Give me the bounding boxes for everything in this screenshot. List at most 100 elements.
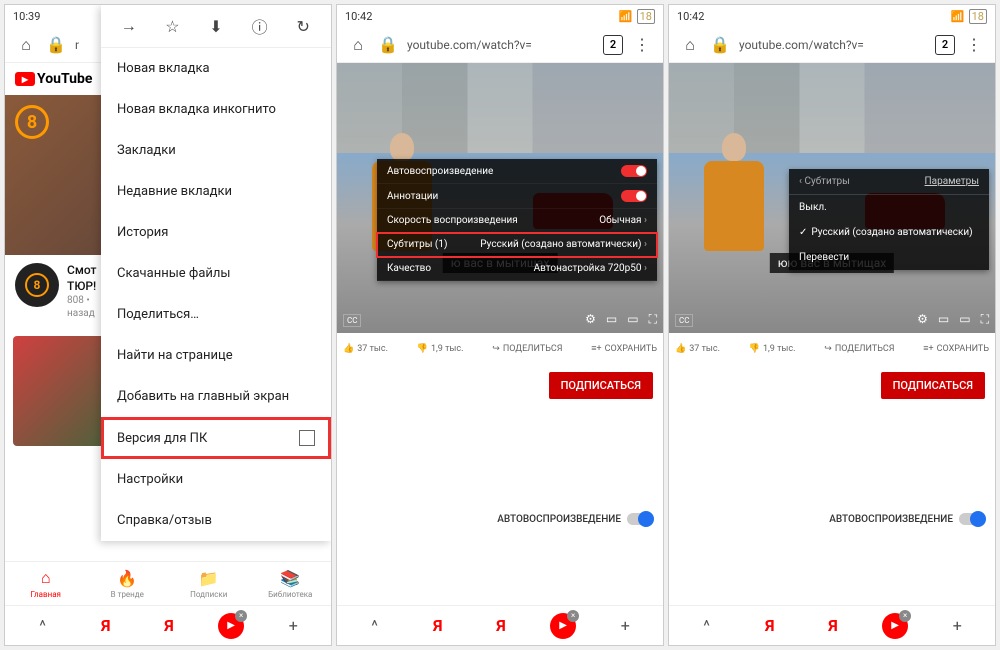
menu-downloads[interactable]: Скачанные файлы [101,253,331,294]
setting-annotations[interactable]: Аннотации [377,184,657,209]
checkbox[interactable] [299,430,315,446]
url-bar[interactable]: youtube.com/watch?v= [407,38,595,52]
menu-find[interactable]: Найти на странице [101,335,331,376]
fullscreen-icon[interactable]: ⛶ [649,312,657,327]
toggle[interactable] [621,190,647,202]
close-icon[interactable]: × [567,610,579,622]
info-icon[interactable]: ⓘ [249,15,271,37]
share-button[interactable]: ↪ПОДЕЛИТЬСЯ [824,343,894,354]
menu-share[interactable]: Поделиться… [101,294,331,335]
phone-screenshot-3: 10:42 📶 18 ⌂ 🔒 youtube.com/watch?v= 2 ⋮ … [668,4,996,646]
browser-bottom-bar: ^ Я Я ▶× + [669,605,995,645]
subscribe-button[interactable]: ПОДПИСАТЬСЯ [881,372,985,399]
setting-subtitles[interactable]: Субтитры (1)Русский (создано автоматичес… [377,233,657,257]
gear-icon[interactable]: ⚙ [917,312,928,327]
yandex-icon[interactable]: Я [424,612,452,640]
menu-history[interactable]: История [101,212,331,253]
setting-speed[interactable]: Скорость воспроизведенияОбычная › [377,209,657,233]
nav-trending[interactable]: 🔥В тренде [87,562,169,605]
fullscreen-icon[interactable]: ⛶ [981,312,989,327]
reload-icon[interactable]: ↻ [292,15,314,37]
subtitle-russian[interactable]: ✓Русский (создано автоматически) [789,220,989,245]
save-button[interactable]: ≡+СОХРАНИТЬ [591,343,657,354]
player-settings-panel: Автовоспроизведение Аннотации Скорость в… [377,159,657,281]
menu-recent[interactable]: Недавние вкладки [101,171,331,212]
menu-bookmarks[interactable]: Закладки [101,130,331,171]
library-icon: 📚 [280,569,300,588]
yandex-icon[interactable]: Я [487,612,515,640]
autoplay-toggle[interactable] [627,513,653,525]
gear-icon[interactable]: ⚙ [585,312,596,327]
channel-avatar[interactable]: 8 [15,263,59,307]
yandex-icon[interactable]: Я [92,612,120,640]
dislike-button[interactable]: 👎1,9 тыс. [749,343,796,354]
status-bar: 10:42 📶 18 [669,5,995,27]
browser-toolbar: ⌂ 🔒 youtube.com/watch?v= 2 ⋮ [669,27,995,63]
menu-incognito[interactable]: Новая вкладка инкогнито [101,89,331,130]
save-button[interactable]: ≡+СОХРАНИТЬ [923,343,989,354]
plus-icon[interactable]: + [611,612,639,640]
browser-menu-dropdown: → ☆ ⬇ ⓘ ↻ Новая вкладка Новая вкладка ин… [101,5,331,541]
home-icon[interactable]: ⌂ [347,34,369,56]
lock-icon: 🔒 [45,34,67,56]
lock-icon: 🔒 [377,34,399,56]
star-icon[interactable]: ☆ [161,15,183,37]
menu-settings[interactable]: Настройки [101,459,331,500]
plus-icon[interactable]: + [279,612,307,640]
player-controls: ⚙ ▭ ▭ ⛶ [585,312,657,327]
miniplayer-icon[interactable]: ▭ [606,312,617,327]
youtube-logo[interactable]: ▶ YouTube [15,71,92,87]
chevron-up-icon[interactable]: ^ [29,612,57,640]
nav-library[interactable]: 📚Библиотека [250,562,332,605]
video-player[interactable]: ю вас в мытищах CC ⚙ ▭ ▭ ⛶ Автовоспроизв… [337,63,663,333]
toggle[interactable] [621,165,647,177]
theater-icon[interactable]: ▭ [959,312,970,327]
menu-desktop-version[interactable]: Версия для ПК [101,417,331,459]
menu-add-home[interactable]: Добавить на главный экран [101,376,331,417]
back-button[interactable]: ‹ Субтитры [799,176,850,187]
youtube-tab-icon[interactable]: ▶× [218,613,244,639]
youtube-tab-icon[interactable]: ▶× [882,613,908,639]
yandex-icon[interactable]: Я [155,612,183,640]
cc-badge: CC [343,314,361,327]
close-icon[interactable]: × [899,610,911,622]
player-controls: ⚙ ▭ ▭ ⛶ [917,312,989,327]
dislike-button[interactable]: 👎1,9 тыс. [417,343,464,354]
nav-home[interactable]: ⌂Главная [5,562,87,605]
video-player[interactable]: юю вас в мытищах CC ⚙ ▭ ▭ ⛶ ‹ Субтитры П… [669,63,995,333]
home-icon[interactable]: ⌂ [679,34,701,56]
autoplay-toggle[interactable] [959,513,985,525]
nav-subs[interactable]: 📁Подписки [168,562,250,605]
setting-autoplay[interactable]: Автовоспроизведение [377,159,657,184]
tabs-button[interactable]: 2 [603,35,623,55]
params-link[interactable]: Параметры [925,176,979,187]
youtube-tab-icon[interactable]: ▶× [550,613,576,639]
plus-icon[interactable]: + [943,612,971,640]
chevron-up-icon[interactable]: ^ [693,612,721,640]
autoplay-row: АВТОВОСПРОИЗВЕДЕНИЕ [669,507,995,531]
yandex-icon[interactable]: Я [756,612,784,640]
like-button[interactable]: 👍37 тыс. [675,343,720,354]
subtitle-off[interactable]: Выкл. [789,195,989,220]
miniplayer-icon[interactable]: ▭ [938,312,949,327]
more-icon[interactable]: ⋮ [631,34,653,56]
chevron-up-icon[interactable]: ^ [361,612,389,640]
yandex-icon[interactable]: Я [819,612,847,640]
tabs-button[interactable]: 2 [935,35,955,55]
panel-header: ‹ Субтитры Параметры [789,169,989,195]
share-icon: ↪ [824,344,832,354]
url-bar[interactable]: youtube.com/watch?v= [739,38,927,52]
home-icon[interactable]: ⌂ [15,34,37,56]
close-icon[interactable]: × [235,610,247,622]
more-icon[interactable]: ⋮ [963,34,985,56]
subtitle-translate[interactable]: Перевести [789,245,989,270]
setting-quality[interactable]: КачествоАвтонастройка 720p50 › [377,257,657,281]
like-button[interactable]: 👍37 тыс. [343,343,388,354]
menu-new-tab[interactable]: Новая вкладка [101,48,331,89]
share-button[interactable]: ↪ПОДЕЛИТЬСЯ [492,343,562,354]
download-icon[interactable]: ⬇ [205,15,227,37]
forward-icon[interactable]: → [118,15,140,37]
theater-icon[interactable]: ▭ [627,312,638,327]
subscribe-button[interactable]: ПОДПИСАТЬСЯ [549,372,653,399]
menu-help[interactable]: Справка/отзыв [101,500,331,541]
